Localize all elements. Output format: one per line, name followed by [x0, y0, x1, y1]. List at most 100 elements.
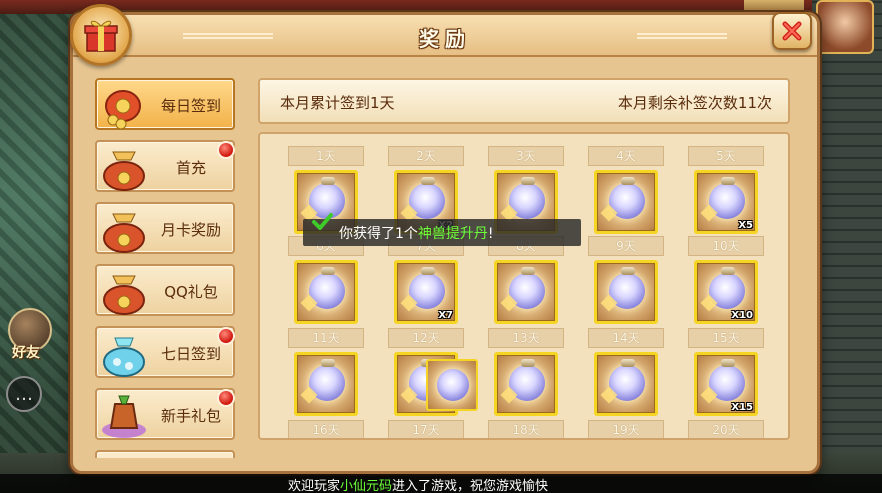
reward-orb-icon	[437, 369, 469, 401]
category-qq-gift[interactable]: QQ礼包	[95, 264, 235, 316]
checkmark-icon	[312, 213, 333, 230]
reward-item-slot[interactable]	[294, 260, 358, 324]
item-quantity: X5	[738, 220, 753, 231]
notification-dot	[217, 141, 235, 159]
treasure-bag-icon	[99, 138, 149, 194]
day-cell[interactable]: 15天 X15	[688, 328, 764, 420]
gift-box-icon	[70, 4, 132, 66]
notification-dot	[217, 327, 235, 345]
orb-cap-icon	[421, 177, 435, 185]
day-label: 9天	[588, 236, 664, 256]
category-label: 首充	[175, 159, 206, 177]
close-x-icon	[782, 21, 802, 41]
day-cell[interactable]: 10天 X10	[688, 236, 764, 328]
day-cell[interactable]: 6天	[288, 236, 364, 328]
system-broadcast-bar: 欢迎玩家小仙元码进入了游戏，祝您游戏愉快	[0, 474, 882, 493]
reward-item-slot[interactable]: X7	[394, 260, 458, 324]
reward-item-slot[interactable]	[494, 352, 558, 416]
signin-day-grid: 1天2天X23天4天5天X56天7天X78天9天10天X1011天12天13天1…	[258, 132, 790, 440]
category-first-recharge[interactable]: 首充	[95, 140, 235, 192]
broadcast-prefix: 欢迎玩家	[288, 479, 341, 493]
player-avatar[interactable]	[816, 0, 874, 54]
day-label: 19天	[588, 420, 664, 438]
reward-item-slot[interactable]: X10	[694, 260, 758, 324]
chat-button[interactable]: …	[6, 376, 42, 412]
monthly-signin-count: 本月累计签到1天	[280, 94, 395, 112]
day-label: 1天	[288, 146, 364, 166]
category-next-partial[interactable]	[95, 450, 235, 458]
orb-cap-icon	[621, 177, 635, 185]
friend-label: 好友	[12, 345, 40, 361]
reward-item-slot[interactable]	[294, 352, 358, 416]
chat-bubble-icon: …	[15, 383, 33, 405]
item-quantity: X15	[731, 402, 753, 413]
day-label: 5天	[688, 146, 764, 166]
day-label: 13天	[488, 328, 564, 348]
category-label: 新手礼包	[160, 407, 221, 425]
day-label: 10天	[688, 236, 764, 256]
broadcast-message: 欢迎玩家小仙元码进入了游戏，祝您游戏愉快	[288, 475, 548, 493]
item-quantity: X7	[438, 310, 453, 321]
category-monthly-card[interactable]: 月卡奖励	[95, 202, 235, 254]
day-cell[interactable]: 4天	[588, 146, 664, 238]
day-cell[interactable]: 5天 X5	[688, 146, 764, 238]
orb-cap-icon	[721, 267, 735, 275]
jade-pouch-icon	[99, 324, 149, 380]
orb-cap-icon	[321, 267, 335, 275]
newbie-gift-icon	[99, 386, 149, 442]
day-label: 18天	[488, 420, 564, 438]
day-label: 4天	[588, 146, 664, 166]
category-newbie-gift[interactable]: 新手礼包	[95, 388, 235, 440]
reward-item-slot[interactable]	[594, 170, 658, 234]
day-cell[interactable]: 13天	[488, 328, 564, 420]
orb-cap-icon	[521, 177, 535, 185]
reward-item-slot[interactable]	[494, 260, 558, 324]
orb-cap-icon	[321, 359, 335, 367]
right-building	[812, 0, 882, 493]
orb-cap-icon	[421, 267, 435, 275]
category-seven-day-signin[interactable]: 七日签到	[95, 326, 235, 378]
day-label: 2天	[388, 146, 464, 166]
day-label: 20天	[688, 420, 764, 438]
day-label: 12天	[388, 328, 464, 348]
reward-item-slot[interactable]	[594, 260, 658, 324]
item-quantity: X10	[731, 310, 753, 321]
coin-pouch-icon	[99, 78, 149, 132]
toast-suffix: !	[487, 226, 494, 242]
reward-item-slot[interactable]: X15	[694, 352, 758, 416]
orb-cap-icon	[721, 359, 735, 367]
broadcast-player-name: 小仙元码	[340, 479, 393, 493]
orb-cap-icon	[621, 267, 635, 275]
day-cell[interactable]: 11天	[288, 328, 364, 420]
signin-summary-bar: 本月累计签到1天 本月剩余补签次数11次	[258, 78, 790, 124]
day-cell[interactable]: 9天	[588, 236, 664, 328]
reward-item-slot[interactable]: X5	[694, 170, 758, 234]
reward-toast: 你获得了1个神兽提升丹!	[303, 213, 581, 246]
flying-reward-item	[426, 359, 478, 411]
close-button[interactable]	[772, 12, 812, 50]
day-label: 17天	[388, 420, 464, 438]
day-cell[interactable]: 7天 X7	[388, 236, 464, 328]
orb-cap-icon	[521, 267, 535, 275]
orb-cap-icon	[721, 177, 735, 185]
makeup-signin-remaining: 本月剩余补签次数11次	[617, 94, 772, 112]
category-label: 七日签到	[160, 345, 221, 363]
toast-item-name: 神兽提升丹	[417, 226, 488, 242]
category-daily-signin[interactable]: 每日签到	[95, 78, 235, 130]
category-label: 月卡奖励	[160, 221, 221, 239]
day-label: 11天	[288, 328, 364, 348]
day-label: 3天	[488, 146, 564, 166]
dialog-title-bar: 奖励	[73, 15, 817, 57]
treasure-bag-icon	[99, 200, 149, 256]
day-label: 15天	[688, 328, 764, 348]
toast-message: 你获得了1个神兽提升丹!	[339, 223, 494, 243]
reward-item-slot[interactable]	[594, 352, 658, 416]
toast-prefix: 你获得了1个	[339, 226, 418, 242]
orb-cap-icon	[521, 359, 535, 367]
category-label: 每日签到	[160, 97, 221, 115]
category-list: 每日签到 首充 月卡奖励 QQ礼包 七日签到 新手礼包	[95, 78, 237, 458]
day-cell[interactable]: 14天	[588, 328, 664, 420]
treasure-bag-icon	[99, 262, 149, 318]
day-cell[interactable]: 8天	[488, 236, 564, 328]
category-label: QQ礼包	[164, 283, 218, 301]
